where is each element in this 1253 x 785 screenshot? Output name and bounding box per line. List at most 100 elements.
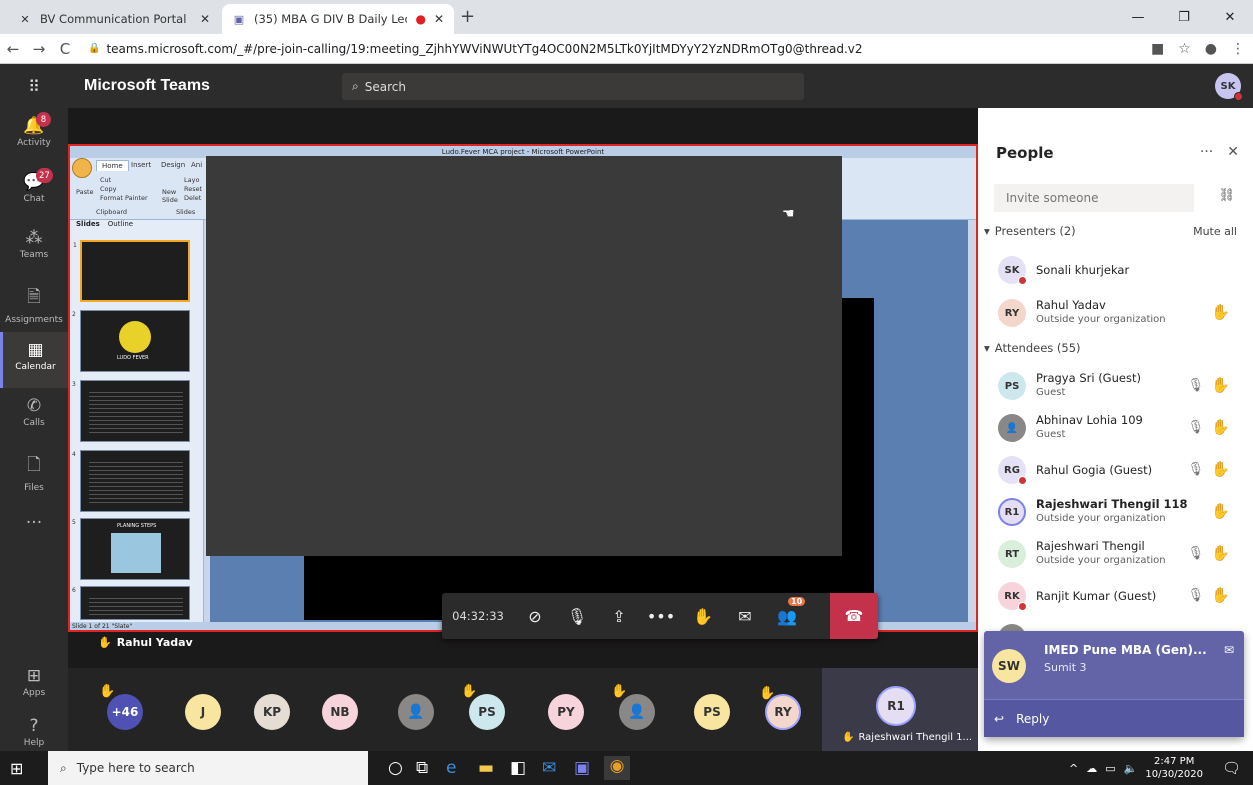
- mic-muted-icon[interactable]: 🎙: [1187, 588, 1204, 603]
- raised-hand-icon: ✋: [759, 686, 776, 701]
- default-person-icon: 👤: [407, 704, 425, 720]
- new-tab-icon[interactable]: +: [460, 6, 475, 27]
- avatar[interactable]: J: [185, 694, 221, 730]
- store-icon[interactable]: ◧: [510, 758, 526, 778]
- presenters-section[interactable]: ▾ Presenters (2): [984, 224, 1076, 238]
- app-launcher-icon[interactable]: ⠿: [0, 77, 68, 96]
- spotlight-tile[interactable]: R1 ✋ Rajeshwari Thengil 1...: [822, 668, 978, 751]
- avatar[interactable]: RY ✋: [759, 686, 801, 730]
- menu-kebab-icon[interactable]: ⋮: [1231, 41, 1245, 57]
- chat-badge: 27: [36, 168, 53, 183]
- attendees-section[interactable]: ▾ Attendees (55): [984, 341, 1081, 355]
- phone-icon: ✆: [26, 396, 42, 416]
- raised-hand-icon: ✋: [1211, 376, 1230, 394]
- file-explorer-icon[interactable]: ▬: [478, 758, 494, 778]
- browser-tab-teams[interactable]: ▣ (35) MBA G DIV B Daily Lectu ● ✕: [222, 4, 454, 34]
- mail-icon[interactable]: ✉: [542, 758, 556, 778]
- busy-status-icon: [1018, 476, 1027, 485]
- avatar[interactable]: PS: [694, 694, 730, 730]
- camera-off-icon[interactable]: ⊘: [514, 593, 556, 639]
- avatar: RK: [998, 582, 1027, 611]
- onedrive-icon[interactable]: ☁: [1086, 762, 1097, 775]
- help-icon: ?: [29, 716, 39, 736]
- mic-muted-icon[interactable]: 🎙: [1187, 546, 1204, 561]
- participant-name: Ranjit Kumar (Guest): [1036, 589, 1157, 603]
- avatar[interactable]: NB: [322, 694, 358, 730]
- participant-row[interactable]: PS Pragya Sri (Guest) Guest 🎙 ✋: [994, 366, 1244, 406]
- default-person-icon: 👤: [628, 704, 646, 720]
- more-actions-icon[interactable]: •••: [640, 593, 682, 639]
- rail-chat[interactable]: 💬 27 Chat: [0, 164, 68, 220]
- clock[interactable]: 2:47 PM 10/30/2020: [1145, 755, 1203, 781]
- teams-app-icon[interactable]: ▣: [574, 758, 590, 778]
- mic-muted-icon[interactable]: 🎙: [1187, 378, 1204, 393]
- user-avatar[interactable]: SK: [1215, 73, 1243, 101]
- more-options-icon[interactable]: ···: [1200, 144, 1213, 160]
- notifications-icon[interactable]: 🗨: [1222, 759, 1241, 777]
- invite-input[interactable]: [994, 184, 1194, 212]
- bookmark-star-icon[interactable]: ☆: [1178, 41, 1191, 57]
- mute-all-button[interactable]: Mute all: [1193, 225, 1237, 238]
- url-field[interactable]: 🔒 teams.microsoft.com/_#/pre-join-callin…: [88, 42, 1048, 56]
- rail-calendar[interactable]: ▦ Calendar: [0, 332, 68, 388]
- cortana-icon[interactable]: ○: [388, 758, 403, 778]
- avatar[interactable]: +46 ✋: [99, 684, 143, 730]
- avatar[interactable]: 👤: [398, 694, 434, 730]
- rail-files[interactable]: 🗋 Files: [0, 444, 68, 500]
- tray-chevron-icon[interactable]: ^: [1069, 762, 1078, 775]
- search-box[interactable]: ⌕ Search: [342, 73, 804, 100]
- participant-row[interactable]: RY Rahul Yadav Outside your organization ✋: [994, 293, 1244, 333]
- rail-calls[interactable]: ✆ Calls: [0, 388, 68, 444]
- share-screen-icon[interactable]: ⇪: [598, 593, 640, 639]
- maximize-icon[interactable]: ❐: [1161, 0, 1207, 34]
- camera-icon[interactable]: ■: [1151, 41, 1164, 57]
- profile-icon[interactable]: ●: [1205, 41, 1217, 57]
- raise-hand-icon[interactable]: ✋: [682, 593, 724, 639]
- participant-row[interactable]: RT Rajeshwari Thengil Outside your organiz…: [994, 534, 1244, 574]
- volume-icon[interactable]: 🔈: [1124, 762, 1138, 775]
- browser-tab-bv-portal[interactable]: ✕ BV Communication Portal ✕: [8, 4, 220, 34]
- reply-button[interactable]: ↩ Reply: [984, 699, 1244, 737]
- avatar[interactable]: PS ✋: [461, 684, 505, 730]
- back-icon[interactable]: ←: [0, 40, 26, 58]
- close-icon[interactable]: ✕: [1227, 144, 1239, 160]
- windows-taskbar: ⊞ ⌕ Type here to search ○ ⧉ e ▬ ◧ ✉ ▣ ◉ …: [0, 751, 1253, 785]
- rail-apps[interactable]: ⊞ Apps: [0, 658, 68, 714]
- windows-start-icon[interactable]: ⊞: [10, 759, 23, 778]
- hang-up-button[interactable]: ☎: [830, 593, 878, 639]
- chat-notification[interactable]: SW IMED Pune MBA (Gen)... Sumit 3 ✉ ↩ Re…: [984, 631, 1244, 737]
- chat-toggle-icon[interactable]: ✉: [724, 593, 766, 639]
- participants-icon[interactable]: 👥 10: [766, 593, 808, 639]
- mic-muted-icon[interactable]: 🎙: [1187, 420, 1204, 435]
- participant-row[interactable]: 👤 Abhinav Lohia 109 Guest 🎙 ✋: [994, 408, 1244, 448]
- share-link-icon[interactable]: ⛓: [1218, 188, 1235, 203]
- rail-assignments[interactable]: 🗎 Assignments: [0, 276, 68, 332]
- minimize-icon[interactable]: —: [1115, 0, 1161, 34]
- participant-row[interactable]: R1 Rajeshwari Thengil 118 Outside your org…: [994, 492, 1244, 532]
- ludo-logo-icon: [119, 321, 151, 353]
- task-view-icon[interactable]: ⧉: [416, 758, 428, 778]
- mic-muted-icon[interactable]: 🎙: [1187, 462, 1204, 477]
- forward-icon[interactable]: →: [26, 40, 52, 58]
- avatar[interactable]: 👤 ✋: [611, 684, 655, 730]
- close-tab-icon[interactable]: ✕: [434, 12, 444, 26]
- avatar[interactable]: PY: [548, 694, 584, 730]
- rail-activity[interactable]: 🔔 8 Activity: [0, 108, 68, 164]
- reload-icon[interactable]: C: [52, 40, 78, 58]
- close-window-icon[interactable]: ✕: [1207, 0, 1253, 34]
- participant-row[interactable]: RK Ranjit Kumar (Guest) 🎙 ✋: [994, 576, 1244, 616]
- avatar[interactable]: KP: [254, 694, 290, 730]
- slide-thumb-1: 1: [73, 240, 190, 302]
- participant-row[interactable]: SK Sonali khurjekar: [994, 250, 1244, 290]
- chrome-icon[interactable]: ◉: [604, 756, 630, 780]
- microphone-icon[interactable]: 🎙: [556, 593, 598, 639]
- ribbon-tab-insert: Insert: [131, 161, 152, 169]
- participant-row[interactable]: RG Rahul Gogia (Guest) 🎙 ✋: [994, 450, 1244, 490]
- rail-more[interactable]: ...: [0, 500, 68, 556]
- network-icon[interactable]: ▭: [1105, 762, 1115, 775]
- close-tab-icon[interactable]: ✕: [200, 12, 210, 26]
- edge-icon[interactable]: e: [446, 758, 456, 778]
- avatar: RY: [998, 299, 1026, 327]
- rail-teams[interactable]: ⁂ Teams: [0, 220, 68, 276]
- taskbar-search[interactable]: ⌕ Type here to search: [48, 751, 368, 785]
